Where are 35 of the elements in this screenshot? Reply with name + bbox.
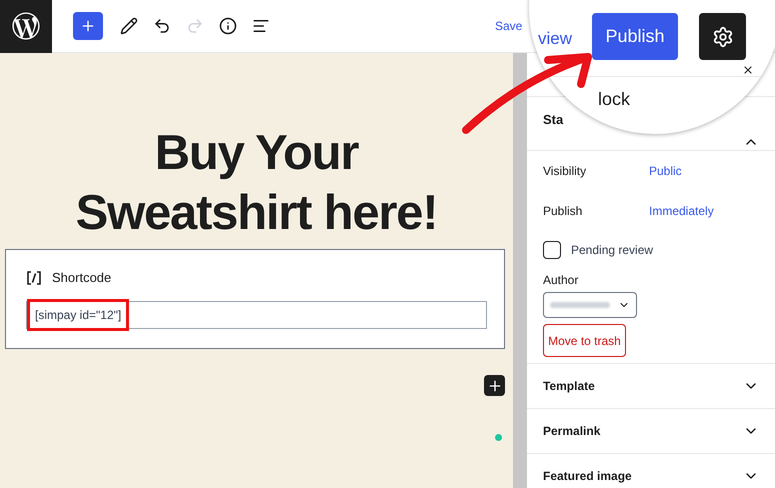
panel-title[interactable]: Permalink <box>543 422 600 440</box>
info-icon[interactable] <box>219 17 237 35</box>
add-block-button[interactable] <box>484 375 505 396</box>
checkbox-label: Pending review <box>571 242 654 259</box>
settings-icon <box>712 26 734 48</box>
field-value-link[interactable]: Public <box>649 162 682 180</box>
save-link[interactable]: Save <box>495 17 522 35</box>
preview-link[interactable]: view <box>538 28 572 50</box>
checkbox[interactable] <box>543 241 561 259</box>
block-title: Shortcode <box>52 269 112 287</box>
shortcode-value: [simpay id="12"] <box>27 298 130 330</box>
pencil-icon[interactable] <box>120 17 138 35</box>
panel-title[interactable]: Sta <box>543 112 564 128</box>
shortcode-icon <box>26 270 42 286</box>
close-icon[interactable] <box>742 64 754 76</box>
shortcode-field[interactable]: [simpay id="12"] <box>26 300 487 328</box>
blurred-value <box>550 302 610 308</box>
author-select[interactable] <box>543 292 637 318</box>
sidebar-tab[interactable]: lock <box>598 90 630 108</box>
field-value-link[interactable]: Immediately <box>649 202 714 220</box>
panel-title[interactable]: Featured image <box>543 467 632 485</box>
move-to-trash-button[interactable]: Move to trash <box>543 324 626 357</box>
author-label: Author <box>543 272 580 289</box>
list-view-icon[interactable] <box>252 17 270 35</box>
undo-icon[interactable] <box>153 17 171 35</box>
publish-button[interactable]: Publish <box>592 13 678 60</box>
plus-icon <box>80 18 96 34</box>
field-label: Publish <box>543 203 584 220</box>
plus-icon <box>486 378 502 394</box>
settings-button[interactable] <box>699 13 746 60</box>
panel-title[interactable]: Template <box>543 377 595 395</box>
logo-icon <box>12 12 40 40</box>
page-heading: Buy Your Sweatshirt here! <box>74 125 438 242</box>
field-label: Visibility <box>543 163 588 180</box>
logo-tile[interactable] <box>0 0 52 52</box>
